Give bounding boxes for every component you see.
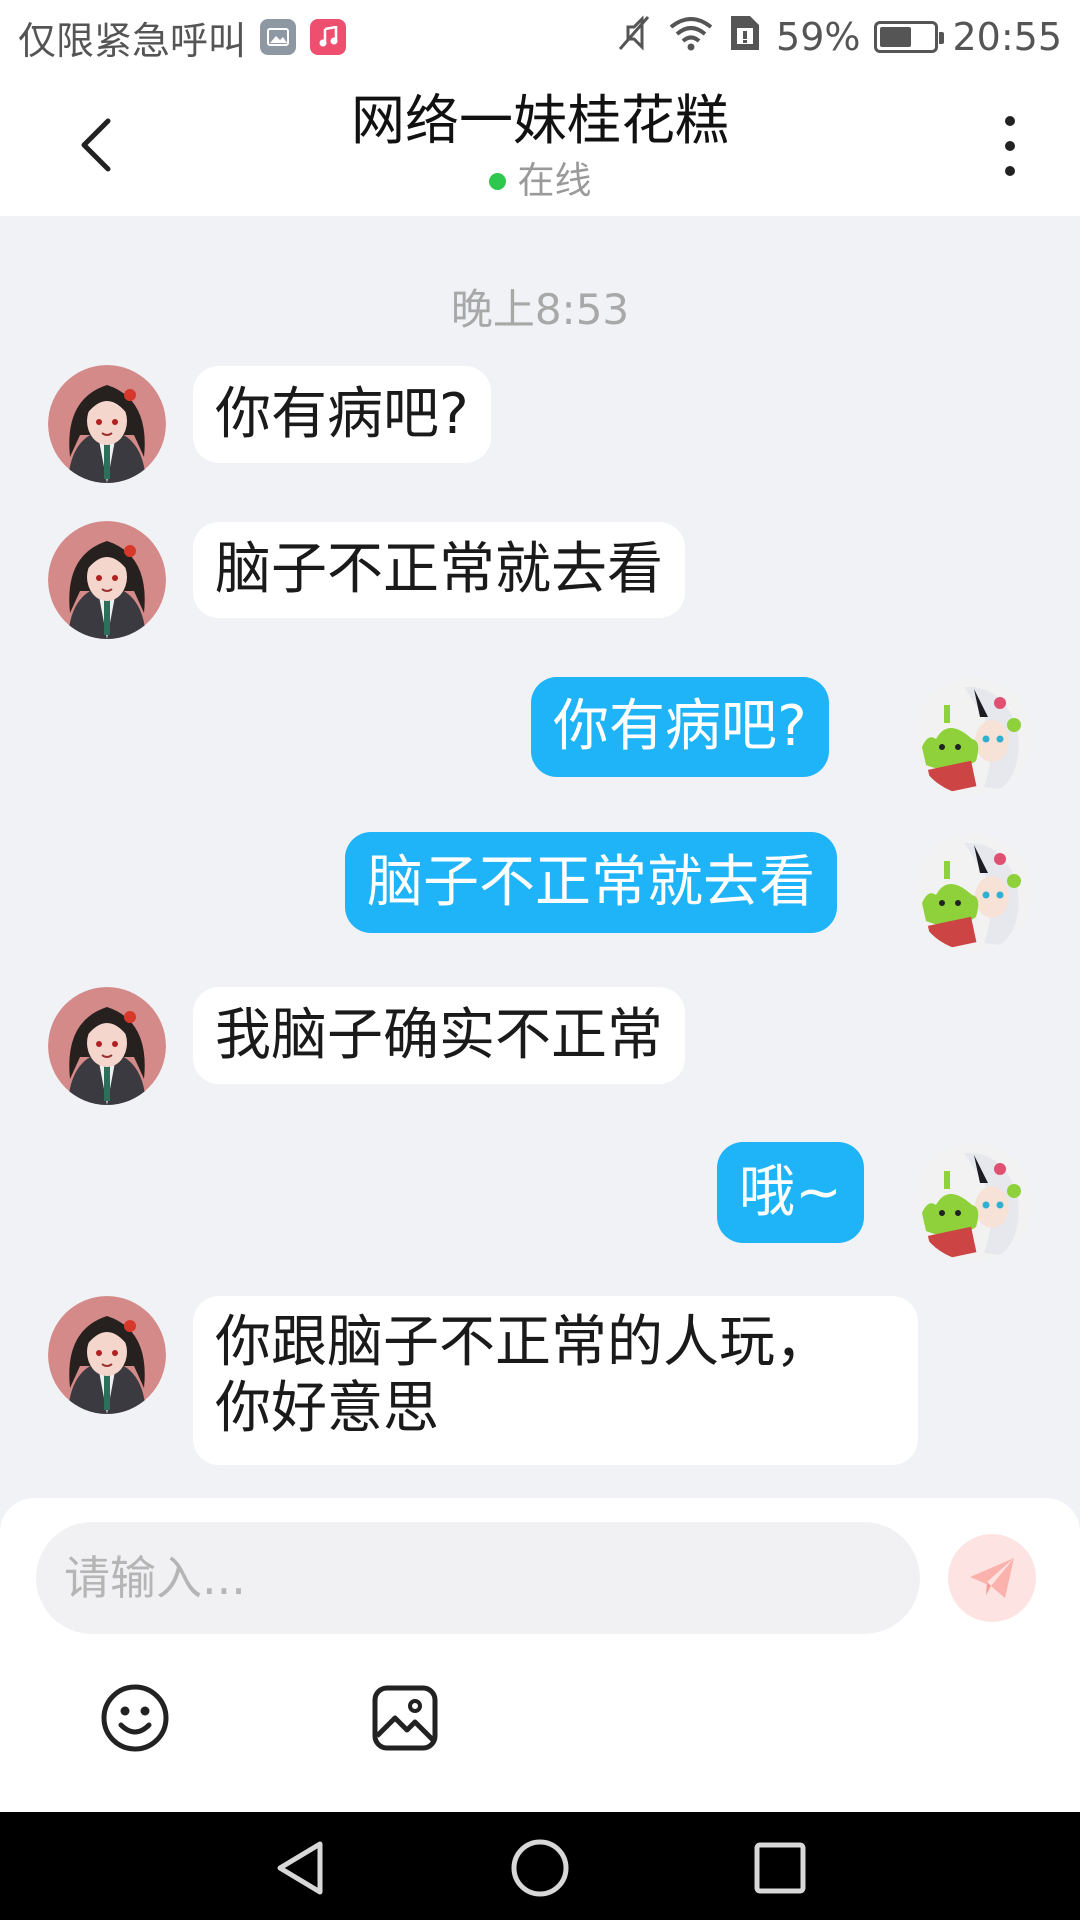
- page-title: 网络一妹桂花糕: [351, 89, 729, 152]
- presence-status: 在线: [488, 158, 592, 204]
- recents-square-icon: [754, 1842, 806, 1894]
- message-text: 哦~: [739, 1159, 842, 1225]
- sim-icon: [728, 13, 762, 62]
- status-bar: 仅限紧急呼叫 59% 20:55: [0, 0, 1080, 74]
- nav-home-button[interactable]: [508, 1836, 572, 1900]
- outgoing-message-bubble[interactable]: 脑子不正常就去看: [345, 832, 837, 933]
- chat-timestamp: 晚上8:53: [450, 285, 630, 334]
- system-nav-bar: [0, 1812, 1080, 1920]
- more-dot-icon: [1005, 166, 1015, 176]
- send-button[interactable]: [948, 1534, 1036, 1622]
- more-options-button[interactable]: [990, 116, 1030, 176]
- incoming-message-bubble[interactable]: 你跟脑子不正常的人玩， 你好意思: [193, 1296, 918, 1465]
- home-circle-icon: [511, 1839, 569, 1897]
- mute-icon: [614, 13, 654, 62]
- carrier-text: 仅限紧急呼叫: [18, 18, 247, 63]
- message-composer: [0, 1498, 1080, 1812]
- more-dot-icon: [1005, 116, 1015, 126]
- message-text: 我脑子确实不正常: [215, 1002, 663, 1068]
- message-text: 脑子不正常就去看: [215, 537, 663, 602]
- nav-recents-button[interactable]: [748, 1836, 812, 1900]
- message-text-line: 你跟脑子不正常的人玩，: [215, 1310, 831, 1375]
- outgoing-message-bubble[interactable]: 你有病吧?: [531, 677, 829, 777]
- battery-percent: 59%: [776, 15, 861, 59]
- contact-avatar[interactable]: [48, 987, 166, 1105]
- message-text: 你有病吧?: [215, 381, 469, 447]
- contact-avatar[interactable]: [48, 521, 166, 639]
- image-icon: [372, 1685, 438, 1751]
- title-block: 网络一妹桂花糕 在线: [0, 84, 1080, 204]
- my-avatar[interactable]: [914, 833, 1032, 951]
- paper-plane-icon: [970, 1558, 1014, 1598]
- incoming-message-bubble[interactable]: 你有病吧?: [193, 366, 491, 463]
- message-text: 脑子不正常就去看: [367, 849, 815, 915]
- status-right: 59% 20:55: [614, 13, 1062, 62]
- back-triangle-icon: [277, 1841, 323, 1895]
- status-left: 仅限紧急呼叫: [18, 10, 347, 65]
- nav-back-button[interactable]: [268, 1836, 332, 1900]
- incoming-message-bubble[interactable]: 我脑子确实不正常: [193, 987, 685, 1084]
- battery-icon: [874, 21, 945, 53]
- my-avatar[interactable]: [914, 677, 1032, 795]
- battery-level-fill: [880, 27, 912, 47]
- clock: 20:55: [952, 15, 1062, 59]
- emoji-icon: [101, 1684, 169, 1752]
- chat-header: 网络一妹桂花糕 在线: [0, 74, 1080, 216]
- my-avatar[interactable]: [914, 1143, 1032, 1261]
- image-button[interactable]: [367, 1680, 443, 1756]
- online-dot-icon: [488, 172, 506, 190]
- music-icon: [310, 19, 347, 55]
- contact-avatar[interactable]: [48, 1296, 166, 1414]
- gallery-icon: [260, 19, 297, 55]
- more-dot-icon: [1005, 141, 1015, 151]
- message-text: 你有病吧?: [553, 694, 807, 759]
- message-input[interactable]: [36, 1522, 920, 1634]
- incoming-message-bubble[interactable]: 脑子不正常就去看: [193, 522, 685, 618]
- presence-label: 在线: [517, 159, 592, 202]
- wifi-icon: [668, 15, 714, 60]
- emoji-button[interactable]: [97, 1680, 173, 1756]
- outgoing-message-bubble[interactable]: 哦~: [717, 1142, 864, 1243]
- contact-avatar[interactable]: [48, 365, 166, 483]
- message-text-line: 你好意思: [215, 1376, 439, 1441]
